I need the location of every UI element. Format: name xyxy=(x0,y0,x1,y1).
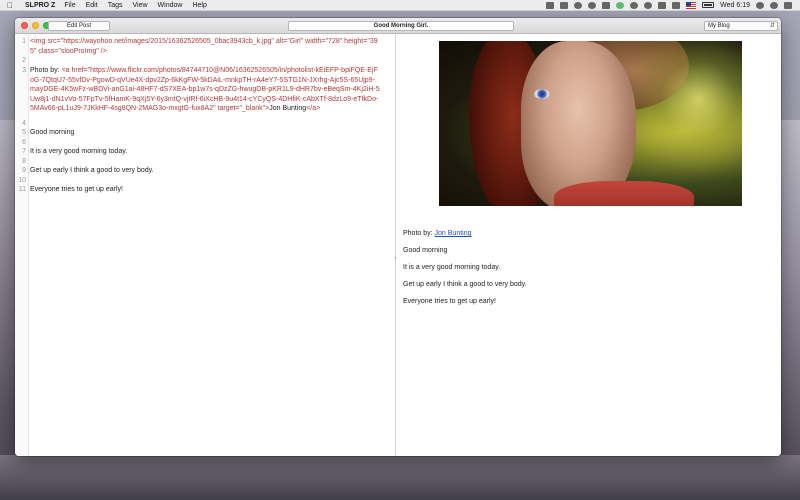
post-title-field[interactable]: Good Morning Girl. xyxy=(288,21,514,31)
edit-post-button[interactable]: Edit Post xyxy=(48,21,110,31)
code-text[interactable]: Good morning xyxy=(30,128,380,138)
code-token: </a> xyxy=(306,105,321,112)
title-bar: Edit Post Good Morning Girl. My Blog ⇵ xyxy=(15,18,781,34)
menu-tags[interactable]: Tags xyxy=(103,2,128,9)
code-text[interactable]: <img src="https://wayohoo.net/images/201… xyxy=(30,37,380,56)
wallpaper-right xyxy=(778,120,800,500)
wifi-icon[interactable] xyxy=(658,1,667,9)
photo-credit-prefix: Photo by: xyxy=(403,230,435,237)
code-token: /> xyxy=(98,47,107,55)
close-button[interactable] xyxy=(21,22,28,29)
line-number: 1 xyxy=(22,38,26,45)
code-plain-text: Jon Bunting xyxy=(269,105,307,112)
status-area: Wed 6:19 xyxy=(546,1,800,9)
search-icon[interactable] xyxy=(756,1,764,9)
menu-view[interactable]: View xyxy=(127,2,152,9)
window-controls xyxy=(15,22,50,29)
menu-list-icon[interactable] xyxy=(784,1,792,9)
line-number: 2 xyxy=(22,57,26,64)
volume-icon[interactable] xyxy=(672,1,681,9)
blog-select[interactable]: My Blog ⇵ xyxy=(704,21,778,31)
status-icon-7[interactable] xyxy=(644,1,653,9)
clock[interactable]: Wed 6:19 xyxy=(720,2,750,9)
status-icon-4[interactable] xyxy=(588,1,597,9)
status-icon-1[interactable] xyxy=(546,1,555,9)
menu-app-name[interactable]: SLPRO Z xyxy=(20,2,59,9)
editor-pane[interactable]: 1 <img src="https://wayohoo.net/images/20… xyxy=(15,34,395,456)
menu-edit[interactable]: Edit xyxy=(81,2,103,9)
menu-file[interactable]: File xyxy=(59,2,80,9)
avatar[interactable] xyxy=(770,1,778,9)
preview-paragraph: Everyone tries to get up early! xyxy=(403,298,496,305)
input-flag-icon[interactable] xyxy=(686,1,697,9)
photo-credit-link[interactable]: Jon Bunting xyxy=(435,230,472,237)
code-plain-text: Everyone tries to get up early! xyxy=(30,186,123,193)
line-number: 9 xyxy=(22,167,26,174)
photo-credit: Photo by: Jon Bunting xyxy=(403,229,472,238)
minimize-button[interactable] xyxy=(32,22,39,29)
preview-paragraph: It is a very good morning today. xyxy=(403,264,501,271)
preview-pane: Photo by: Jon Bunting Good morning It is… xyxy=(396,34,781,456)
menu-bar:  SLPRO Z File Edit Tags View Window Hel… xyxy=(0,0,800,11)
code-text[interactable]: It is a very good morning today. xyxy=(30,147,380,157)
line-number: 7 xyxy=(22,148,26,155)
line-number: 5 xyxy=(22,129,26,136)
preview-paragraph: Get up early I think a good to very body… xyxy=(403,281,527,288)
battery-icon[interactable] xyxy=(702,2,715,8)
code-plain-text: It is a very good morning today. xyxy=(30,148,128,155)
photo-bokeh xyxy=(632,41,742,206)
menu-window[interactable]: Window xyxy=(153,2,188,9)
status-icon-6[interactable] xyxy=(630,1,639,9)
wallpaper-bottom xyxy=(0,455,800,500)
blog-select-value: My Blog xyxy=(708,23,730,29)
code-text[interactable]: Get up early I think a good to very body… xyxy=(30,166,380,176)
line-number: 3 xyxy=(22,67,26,74)
status-icon-5[interactable] xyxy=(602,1,611,9)
code-plain-text: Get up early I think a good to very body… xyxy=(30,167,154,174)
menu-help[interactable]: Help xyxy=(187,2,211,9)
code-token: <img xyxy=(30,38,48,45)
code-token: <a xyxy=(61,67,72,74)
code-text[interactable]: Everyone tries to get up early! xyxy=(30,185,380,195)
code-token: href="https://www.flickr.com/photos/8474… xyxy=(30,67,380,112)
code-token: src="https://wayohoo.net/images/2015/163… xyxy=(30,38,378,55)
apple-icon[interactable]:  xyxy=(0,1,20,10)
app-window: Edit Post Good Morning Girl. My Blog ⇵ 1… xyxy=(15,18,781,456)
photo-eye xyxy=(534,89,550,99)
code-text[interactable]: Photo by: <a href="https://www.flickr.co… xyxy=(30,66,380,114)
line-number-gutter xyxy=(15,34,29,456)
line-number: 11 xyxy=(18,186,26,193)
spotify-icon[interactable] xyxy=(616,1,625,9)
code-plain-text: Photo by: xyxy=(30,67,62,74)
status-icon-2[interactable] xyxy=(560,1,569,9)
status-icon-3[interactable] xyxy=(574,1,583,9)
chevron-updown-icon: ⇵ xyxy=(769,23,775,29)
post-photo xyxy=(439,41,742,206)
code-plain-text: Good morning xyxy=(30,129,75,136)
preview-paragraph: Good morning xyxy=(403,247,448,254)
